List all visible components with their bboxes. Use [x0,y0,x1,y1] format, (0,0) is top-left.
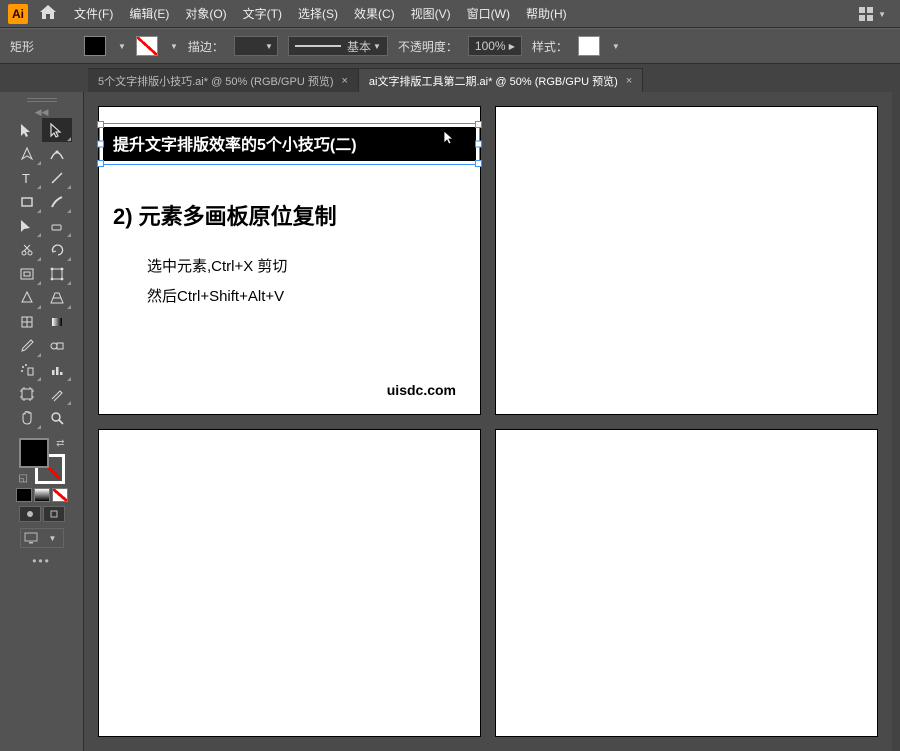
stroke-weight-input[interactable]: ▼ [234,36,278,56]
selection-tool[interactable] [12,118,42,142]
panel-collapse-icon[interactable]: ◀◀ [0,106,83,118]
free-transform-tool[interactable] [42,262,72,286]
panel-grip-icon[interactable] [27,98,57,102]
fill-stroke-control[interactable]: ⇄ ◱ [19,438,65,484]
artboard-tool[interactable] [12,382,42,406]
resize-handle[interactable] [97,160,104,167]
opacity-label: 不透明度： [398,38,458,55]
workspace-switcher-icon[interactable]: ▼ [853,2,892,25]
artboard-4[interactable] [495,429,878,738]
type-tool[interactable]: T [12,166,42,190]
brush-definition-label: 基本 [347,38,371,55]
rotate-tool[interactable] [42,238,72,262]
shape-label: 矩形 [10,38,34,55]
document-tab-2-label: ai文字排版工具第二期.ai* @ 50% (RGB/GPU 预览) [369,73,618,89]
color-mode-none[interactable] [52,488,68,502]
shaper-tool[interactable] [12,214,42,238]
svg-text:T: T [22,171,30,186]
resize-handle[interactable] [97,121,104,128]
style-label: 样式： [532,38,568,55]
style-dropdown-icon[interactable]: ▼ [610,42,620,51]
resize-handle[interactable] [97,141,104,148]
document-tab-1-label: 5个文字排版小技巧.ai* @ 50% (RGB/GPU 预览) [98,73,333,89]
options-bar: 矩形 ▼ ▼ 描边： ▼ 基本▼ 不透明度： 100%▶ 样式： ▼ [0,28,900,64]
menu-file[interactable]: 文件(F) [68,1,119,26]
swap-fill-stroke-icon[interactable]: ⇄ [56,438,64,449]
paintbrush-tool[interactable] [42,190,72,214]
eyedropper-tool[interactable] [12,334,42,358]
gradient-tool[interactable] [42,310,72,334]
symbol-sprayer-tool[interactable] [12,358,42,382]
home-icon[interactable] [32,5,64,22]
style-swatch[interactable] [578,36,600,56]
menu-type[interactable]: 文字(T) [237,1,288,26]
pen-tool[interactable] [12,142,42,166]
artboard-body-line-2[interactable]: 然后Ctrl+Shift+Alt+V [147,285,284,306]
color-mode-gradient[interactable] [34,488,50,502]
document-tab-2[interactable]: ai文字排版工具第二期.ai* @ 50% (RGB/GPU 预览) × [359,68,643,92]
screen-mode-button[interactable]: ▼ [20,528,64,548]
document-tab-bar: 5个文字排版小技巧.ai* @ 50% (RGB/GPU 预览) × ai文字排… [0,64,900,92]
brush-definition-dropdown[interactable]: 基本▼ [288,36,388,56]
menu-bar: Ai 文件(F) 编辑(E) 对象(O) 文字(T) 选择(S) 效果(C) 视… [0,0,900,28]
shape-builder-tool[interactable] [12,286,42,310]
slice-tool[interactable] [42,382,72,406]
fill-dropdown-icon[interactable]: ▼ [116,42,126,51]
edit-toolbar-button[interactable]: ••• [32,554,51,568]
stroke-label: 描边： [188,38,224,55]
column-graph-tool[interactable] [42,358,72,382]
resize-handle[interactable] [475,141,482,148]
artboard-body-line-1[interactable]: 选中元素,Ctrl+X 剪切 [147,255,287,276]
default-fill-stroke-icon[interactable]: ◱ [19,473,28,484]
fill-swatch[interactable] [84,36,106,56]
blend-tool[interactable] [42,334,72,358]
right-panel-strip[interactable] [892,92,900,751]
stroke-dropdown-icon[interactable]: ▼ [168,42,178,51]
eraser-tool[interactable] [42,214,72,238]
draw-mode-row [19,506,65,522]
opacity-input[interactable]: 100%▶ [468,36,522,56]
color-mode-row [16,488,68,502]
direct-selection-tool[interactable] [42,118,72,142]
resize-handle[interactable] [475,121,482,128]
menu-effect[interactable]: 效果(C) [348,1,401,26]
line-tool[interactable] [42,166,72,190]
draw-normal-icon[interactable] [19,506,41,522]
artboard-heading[interactable]: 2) 元素多画板原位复制 [113,199,337,231]
document-tab-1[interactable]: 5个文字排版小技巧.ai* @ 50% (RGB/GPU 预览) × [88,68,359,92]
screen-mode-icon [21,529,41,547]
close-icon[interactable]: × [341,75,347,87]
selection-bounding-box[interactable] [99,123,480,165]
resize-handle[interactable] [475,160,482,167]
perspective-tool[interactable] [42,286,72,310]
hand-tool[interactable] [12,406,42,430]
mesh-tool[interactable] [12,310,42,334]
menu-select[interactable]: 选择(S) [292,1,344,26]
app-logo: Ai [8,4,28,24]
menu-edit[interactable]: 编辑(E) [123,1,175,26]
menu-window[interactable]: 窗口(W) [461,1,516,26]
artboard-1[interactable]: 提升文字排版效率的5个小技巧(二) 2) 元素多画板原位复制 选中元素,Ctrl… [98,106,481,415]
artboard-3[interactable] [98,429,481,738]
color-mode-solid[interactable] [16,488,32,502]
menu-help[interactable]: 帮助(H) [520,1,573,26]
zoom-tool[interactable] [42,406,72,430]
menu-view[interactable]: 视图(V) [405,1,457,26]
artboard-2[interactable] [495,106,878,415]
chevron-down-icon: ▼ [41,529,63,547]
width-tool[interactable] [12,262,42,286]
tool-panel: ◀◀ T [0,92,84,751]
menu-object[interactable]: 对象(O) [179,1,232,26]
close-icon[interactable]: × [626,75,632,87]
scissors-tool[interactable] [12,238,42,262]
curvature-tool[interactable] [42,142,72,166]
stroke-swatch[interactable] [136,36,158,56]
fill-color-icon[interactable] [19,438,49,468]
artboard-credit[interactable]: uisdc.com [387,382,456,398]
rectangle-tool[interactable] [12,190,42,214]
draw-behind-icon[interactable] [43,506,65,522]
canvas-area[interactable]: 提升文字排版效率的5个小技巧(二) 2) 元素多画板原位复制 选中元素,Ctrl… [84,92,892,751]
